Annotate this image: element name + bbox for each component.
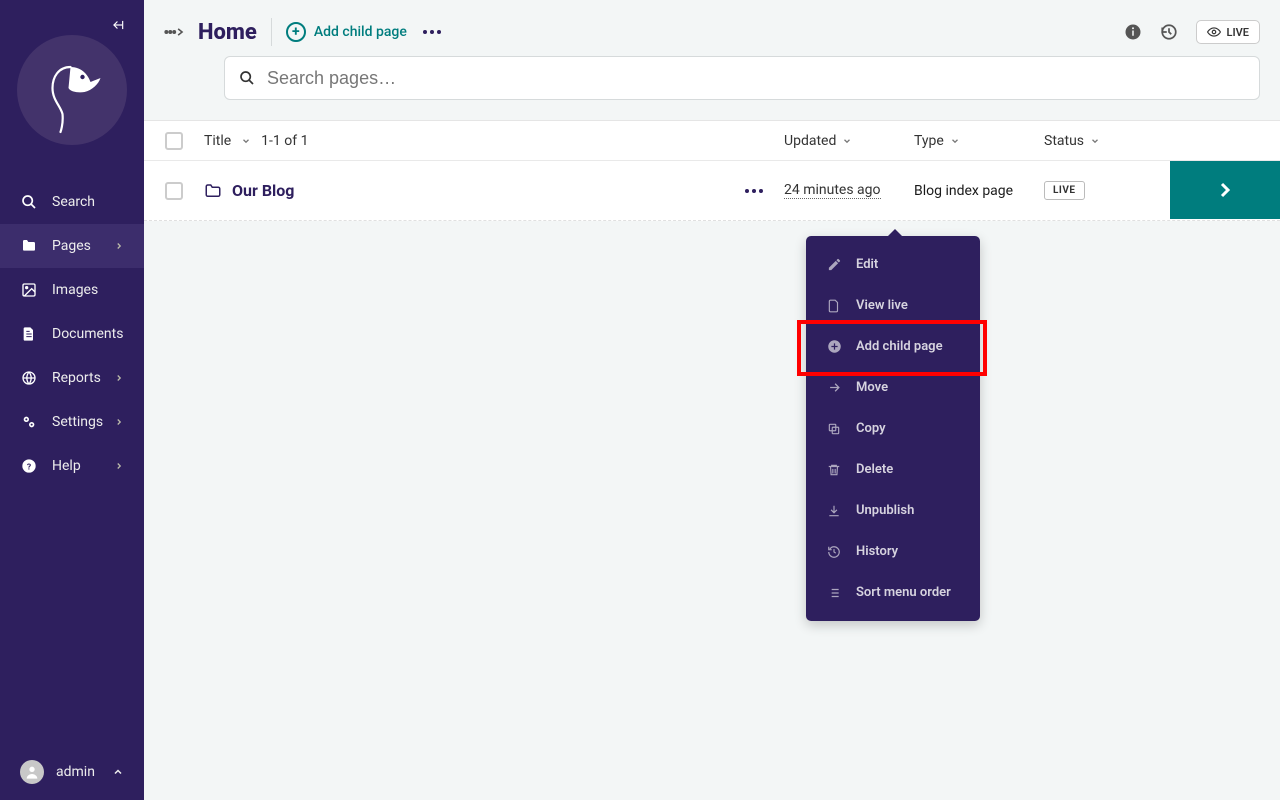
page-actions-menu[interactable] [423,30,441,34]
pencil-icon [826,257,842,273]
folder-icon [204,182,222,200]
help-icon: ? [20,457,38,475]
sidebar-item-help[interactable]: ? Help [0,444,144,488]
row-title-text[interactable]: Our Blog [232,181,294,200]
sidebar-item-label: Reports [52,370,101,386]
chevron-down-icon [842,136,852,146]
ctx-add-child[interactable]: Add child page [806,326,980,367]
ctx-move[interactable]: Move [806,367,980,408]
copy-icon [826,421,842,437]
ctx-label: History [856,544,898,559]
plus-circle-icon: + [286,22,306,42]
page-title: Home [198,20,257,45]
column-updated[interactable]: Updated [784,133,836,149]
ctx-copy[interactable]: Copy [806,408,980,449]
ctx-label: Add child page [856,339,943,354]
sidebar-item-documents[interactable]: Documents [0,312,144,356]
document-icon [20,325,38,343]
ctx-label: Edit [856,257,878,272]
row-updated: 24 minutes ago [784,182,881,199]
sidebar-item-label: Search [52,194,95,210]
sidebar: Search Pages Images [0,0,144,800]
sidebar-item-label: Help [52,458,81,474]
history-icon [826,544,842,560]
folder-icon [20,237,38,255]
search-icon [20,193,38,211]
column-title[interactable]: Title [204,133,231,149]
sidebar-item-label: Images [52,282,98,298]
arrow-right-icon [826,380,842,396]
live-label: LIVE [1227,26,1249,39]
chevron-down-icon [241,136,251,146]
chevron-down-icon [950,136,960,146]
ctx-edit[interactable]: Edit [806,244,980,285]
user-menu[interactable]: admin [0,744,144,800]
history-icon[interactable] [1160,23,1178,41]
eye-icon [1207,25,1221,39]
collapse-sidebar-button[interactable] [110,18,126,32]
select-all-checkbox[interactable] [165,132,183,150]
ctx-delete[interactable]: Delete [806,449,980,490]
row-actions-menu[interactable] [745,189,763,193]
ctx-history[interactable]: History [806,531,980,572]
search-box[interactable] [224,56,1260,100]
table-row[interactable]: Our Blog 24 minutes ago Blog index page … [144,161,1280,221]
image-icon [20,281,38,299]
sidebar-item-reports[interactable]: Reports [0,356,144,400]
chevron-down-icon [1090,136,1100,146]
ctx-label: Move [856,380,888,395]
view-live-button[interactable]: LIVE [1196,20,1260,44]
row-checkbox[interactable] [165,182,183,200]
ctx-label: Unpublish [856,503,914,518]
sidebar-item-pages[interactable]: Pages [0,224,144,268]
separator [271,18,272,46]
ctx-label: Copy [856,421,886,436]
ctx-label: Delete [856,462,893,477]
ctx-sort[interactable]: Sort menu order [806,572,980,613]
chevron-right-icon [114,417,124,427]
avatar-icon [20,760,44,784]
sidebar-item-images[interactable]: Images [0,268,144,312]
plus-circle-icon [826,339,842,355]
chevron-right-icon [114,373,124,383]
status-badge: LIVE [1044,181,1085,200]
context-menu: Edit View live Add child page Move [806,236,980,621]
svg-text:?: ? [27,462,31,472]
document-icon [826,298,842,314]
ctx-view-live[interactable]: View live [806,285,980,326]
ctx-unpublish[interactable]: Unpublish [806,490,980,531]
chevron-right-icon [114,461,124,471]
sidebar-item-settings[interactable]: Settings [0,400,144,444]
page-header: Home + Add child page [144,0,1280,46]
sidebar-item-search[interactable]: Search [0,180,144,224]
sidebar-item-label: Settings [52,414,103,430]
search-icon [239,70,255,86]
ctx-label: View live [856,298,908,313]
column-type[interactable]: Type [914,133,944,149]
user-name-label: admin [56,764,95,780]
row-type: Blog index page [914,183,1013,199]
table-header: Title 1-1 of 1 Updated Type [144,121,1280,161]
info-icon[interactable] [1124,23,1142,41]
ctx-label: Sort menu order [856,585,951,600]
download-icon [826,503,842,519]
add-child-label: Add child page [314,24,407,40]
gear-icon [20,413,38,431]
sidebar-item-label: Documents [52,326,123,342]
globe-icon [20,369,38,387]
sidebar-item-label: Pages [52,238,91,254]
breadcrumb-menu[interactable] [164,25,186,39]
column-status[interactable]: Status [1044,133,1084,149]
search-input[interactable] [267,68,1245,89]
explore-children-button[interactable] [1170,161,1280,219]
chevron-up-icon [112,766,124,778]
trash-icon [826,462,842,478]
chevron-right-icon [114,241,124,251]
list-icon [826,585,842,601]
add-child-page-button[interactable]: + Add child page [286,22,407,42]
page-counter: 1-1 of 1 [261,133,308,149]
